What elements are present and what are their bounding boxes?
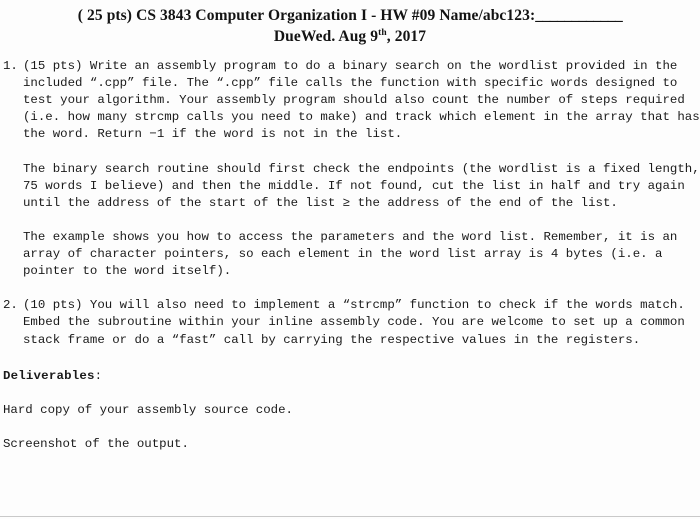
deliverable-item-1: Hard copy of your assembly source code. [3,402,293,417]
page-bottom-rule [0,516,700,517]
item-number-1: 1. [3,59,18,73]
page-title: ( 25 pts) CS 3843 Computer Organization … [0,0,700,47]
header-name-field-label: Name/abc123: [439,7,536,24]
name-field-blank: ____________ [535,7,623,24]
header-separator: - [371,7,377,24]
deliverables-heading: Deliverables: [3,368,700,385]
header-line-assignment: ( 25 pts) CS 3843 Computer Organization … [0,6,700,26]
due-date-suffix: , 2017 [386,28,427,45]
item-spacer [0,280,700,297]
header-assignment-number: HW #09 [380,7,436,24]
assignment-body: 1. (15 pts) Write an assembly program to… [0,58,700,349]
deliverables-heading-text: Deliverables [3,368,95,383]
deliverable-item-2: Screenshot of the output. [3,436,189,451]
document-page: ( 25 pts) CS 3843 Computer Organization … [0,0,700,519]
header-line-due-date: DueWed. Aug 9th, 2017 [0,26,700,47]
list-item: 1. (15 pts) Write an assembly program to… [0,58,700,280]
deliverables-heading-colon: : [94,368,103,383]
item-2-paragraph-1: (10 pts) You will also need to implement… [23,298,693,347]
due-date-prefix: DueWed. Aug 9 [273,28,379,45]
header-course: CS 3843 Computer Organization I [136,7,368,24]
item-number-2: 2. [3,298,18,313]
deliverables-section: Deliverables: Hard copy of your assembly… [0,368,700,453]
item-2-content: (10 pts) You will also need to implement… [23,297,700,348]
item-1-paragraph-3: The example shows you how to access the … [23,229,685,279]
header-points: ( 25 pts) [77,7,133,24]
list-item: 2. (10 pts) You will also need to implem… [0,297,700,348]
item-1-paragraph-2: The binary search routine should first c… [23,161,700,210]
item-1-paragraph-1: (15 pts) Write an assembly program to do… [23,59,700,142]
item-1-content: (15 pts) Write an assembly program to do… [23,58,700,280]
due-date-superscript: th [378,27,387,38]
